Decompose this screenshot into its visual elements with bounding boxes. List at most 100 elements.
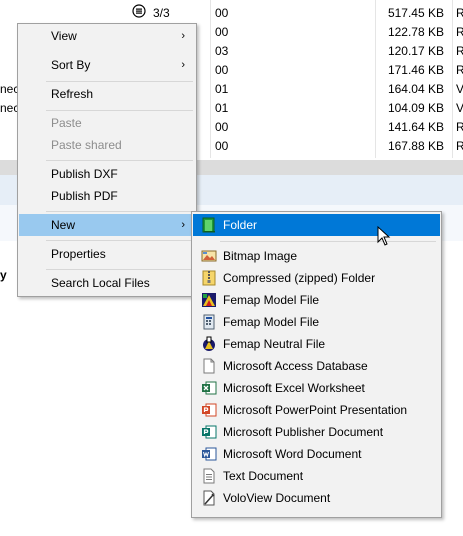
chevron-right-icon: › (181, 59, 185, 71)
menu-item-label: Search Local Files (51, 276, 150, 290)
menu-item-properties[interactable]: Properties (19, 243, 195, 265)
type-cell: R (456, 6, 463, 20)
femap-model-icon (202, 293, 216, 307)
powerpoint-icon (202, 403, 217, 417)
menu-item-label: View (51, 29, 77, 43)
word-icon (202, 447, 217, 461)
submenu-item-folder[interactable]: Folder (193, 214, 440, 236)
menu-item-new[interactable]: New › (19, 214, 195, 236)
submenu-item-access-database[interactable]: Microsoft Access Database (193, 355, 440, 377)
submenu-item-label: Folder (223, 218, 258, 232)
submenu-item-compressed-folder[interactable]: Compressed (zipped) Folder (193, 267, 440, 289)
partial-label: y (0, 268, 7, 282)
menu-item-view[interactable]: View › (19, 25, 195, 47)
menu-item-label: New (51, 218, 76, 232)
submenu-item-powerpoint-presentation[interactable]: Microsoft PowerPoint Presentation (193, 399, 440, 421)
submenu-item-label: Bitmap Image (223, 249, 298, 263)
submenu-item-label: Microsoft Publisher Document (223, 425, 384, 439)
bitmap-image-icon (201, 250, 217, 262)
menu-item-publish-pdf[interactable]: Publish PDF (19, 185, 195, 207)
context-menu: View › Sort By › Refresh Paste Paste sha… (17, 23, 197, 297)
submenu-item-label: VoloView Document (223, 491, 331, 505)
text-document-icon (203, 468, 215, 484)
menu-item-label: Paste (51, 116, 82, 130)
new-submenu: Folder Bitmap Image Compressed (zipped) … (191, 211, 442, 518)
version-cell: 00 (215, 25, 229, 39)
table-row[interactable]: 3/3 00 517.45 KB R (0, 4, 463, 23)
submenu-item-voloview-document[interactable]: VoloView Document (193, 487, 440, 509)
size-cell: 141.64 KB (387, 120, 444, 134)
menu-item-refresh[interactable]: Refresh (19, 83, 195, 105)
version-cell: 03 (215, 44, 229, 58)
menu-separator (46, 211, 193, 212)
folder-icon (202, 217, 215, 233)
size-cell: 104.09 KB (387, 101, 444, 115)
menu-separator (46, 110, 193, 111)
submenu-item-excel-worksheet[interactable]: Microsoft Excel Worksheet (193, 377, 440, 399)
menu-item-sort-by[interactable]: Sort By › (19, 54, 195, 76)
menu-item-publish-dxf[interactable]: Publish DXF (19, 163, 195, 185)
menu-separator (46, 269, 193, 270)
submenu-item-label: Femap Model File (223, 293, 320, 307)
menu-item-label: Sort By (51, 58, 91, 72)
menu-item-label: Refresh (51, 87, 94, 101)
excel-icon (202, 381, 217, 395)
submenu-item-label: Microsoft Excel Worksheet (223, 381, 365, 395)
submenu-item-label: Compressed (zipped) Folder (223, 271, 376, 285)
submenu-item-publisher-document[interactable]: Microsoft Publisher Document (193, 421, 440, 443)
type-cell: R (456, 120, 463, 134)
type-cell: R (456, 139, 463, 153)
submenu-item-label: Microsoft Word Document (223, 447, 362, 461)
menu-item-search-local-files[interactable]: Search Local Files (19, 272, 195, 294)
menu-item-paste: Paste (19, 112, 195, 134)
type-cell: V (456, 82, 463, 96)
status-circle-icon (132, 4, 146, 18)
version-cell: 01 (215, 82, 229, 96)
mouse-cursor-icon (377, 226, 391, 246)
version-cell: 00 (215, 120, 229, 134)
submenu-item-word-document[interactable]: Microsoft Word Document (193, 443, 440, 465)
femap-neutral-icon (203, 336, 215, 351)
publisher-icon (202, 425, 217, 439)
menu-item-label: Paste shared (51, 138, 122, 152)
chevron-right-icon: › (181, 219, 185, 231)
chevron-right-icon: › (181, 30, 185, 42)
submenu-item-label: Text Document (223, 469, 304, 483)
version-cell: 00 (215, 63, 229, 77)
submenu-item-label: Microsoft PowerPoint Presentation (223, 403, 408, 417)
submenu-item-bitmap-image[interactable]: Bitmap Image (193, 245, 440, 267)
menu-item-label: Publish DXF (51, 167, 118, 181)
size-cell: 171.46 KB (387, 63, 444, 77)
voloview-icon (203, 490, 215, 506)
size-cell: 122.78 KB (387, 25, 444, 39)
menu-separator (46, 240, 193, 241)
menu-item-label: Publish PDF (51, 189, 118, 203)
version-cell: 00 (215, 6, 229, 20)
submenu-item-label: Femap Model File (223, 315, 320, 329)
submenu-item-label: Femap Neutral File (223, 337, 326, 351)
size-cell: 120.17 KB (387, 44, 444, 58)
blank-document-icon (203, 358, 215, 374)
zip-folder-icon (202, 270, 216, 286)
menu-item-label: Properties (51, 247, 106, 261)
size-cell: 164.04 KB (387, 82, 444, 96)
version-cell: 01 (215, 101, 229, 115)
version-cell: 00 (215, 139, 229, 153)
submenu-item-femap-model-file-2[interactable]: Femap Model File (193, 311, 440, 333)
menu-separator (46, 81, 193, 82)
menu-separator (220, 241, 436, 242)
submenu-item-text-document[interactable]: Text Document (193, 465, 440, 487)
submenu-item-femap-model-file[interactable]: Femap Model File (193, 289, 440, 311)
type-cell: R (456, 63, 463, 77)
submenu-item-femap-neutral-file[interactable]: Femap Neutral File (193, 333, 440, 355)
type-cell: R (456, 25, 463, 39)
type-cell: R (456, 44, 463, 58)
femap-model-alt-icon (203, 314, 215, 330)
status-value: 3/3 (153, 6, 170, 20)
size-cell: 167.88 KB (387, 139, 444, 153)
menu-separator (46, 160, 193, 161)
type-cell: V (456, 101, 463, 115)
size-cell: 517.45 KB (387, 6, 444, 20)
menu-item-paste-shared: Paste shared (19, 134, 195, 156)
submenu-item-label: Microsoft Access Database (223, 359, 368, 373)
